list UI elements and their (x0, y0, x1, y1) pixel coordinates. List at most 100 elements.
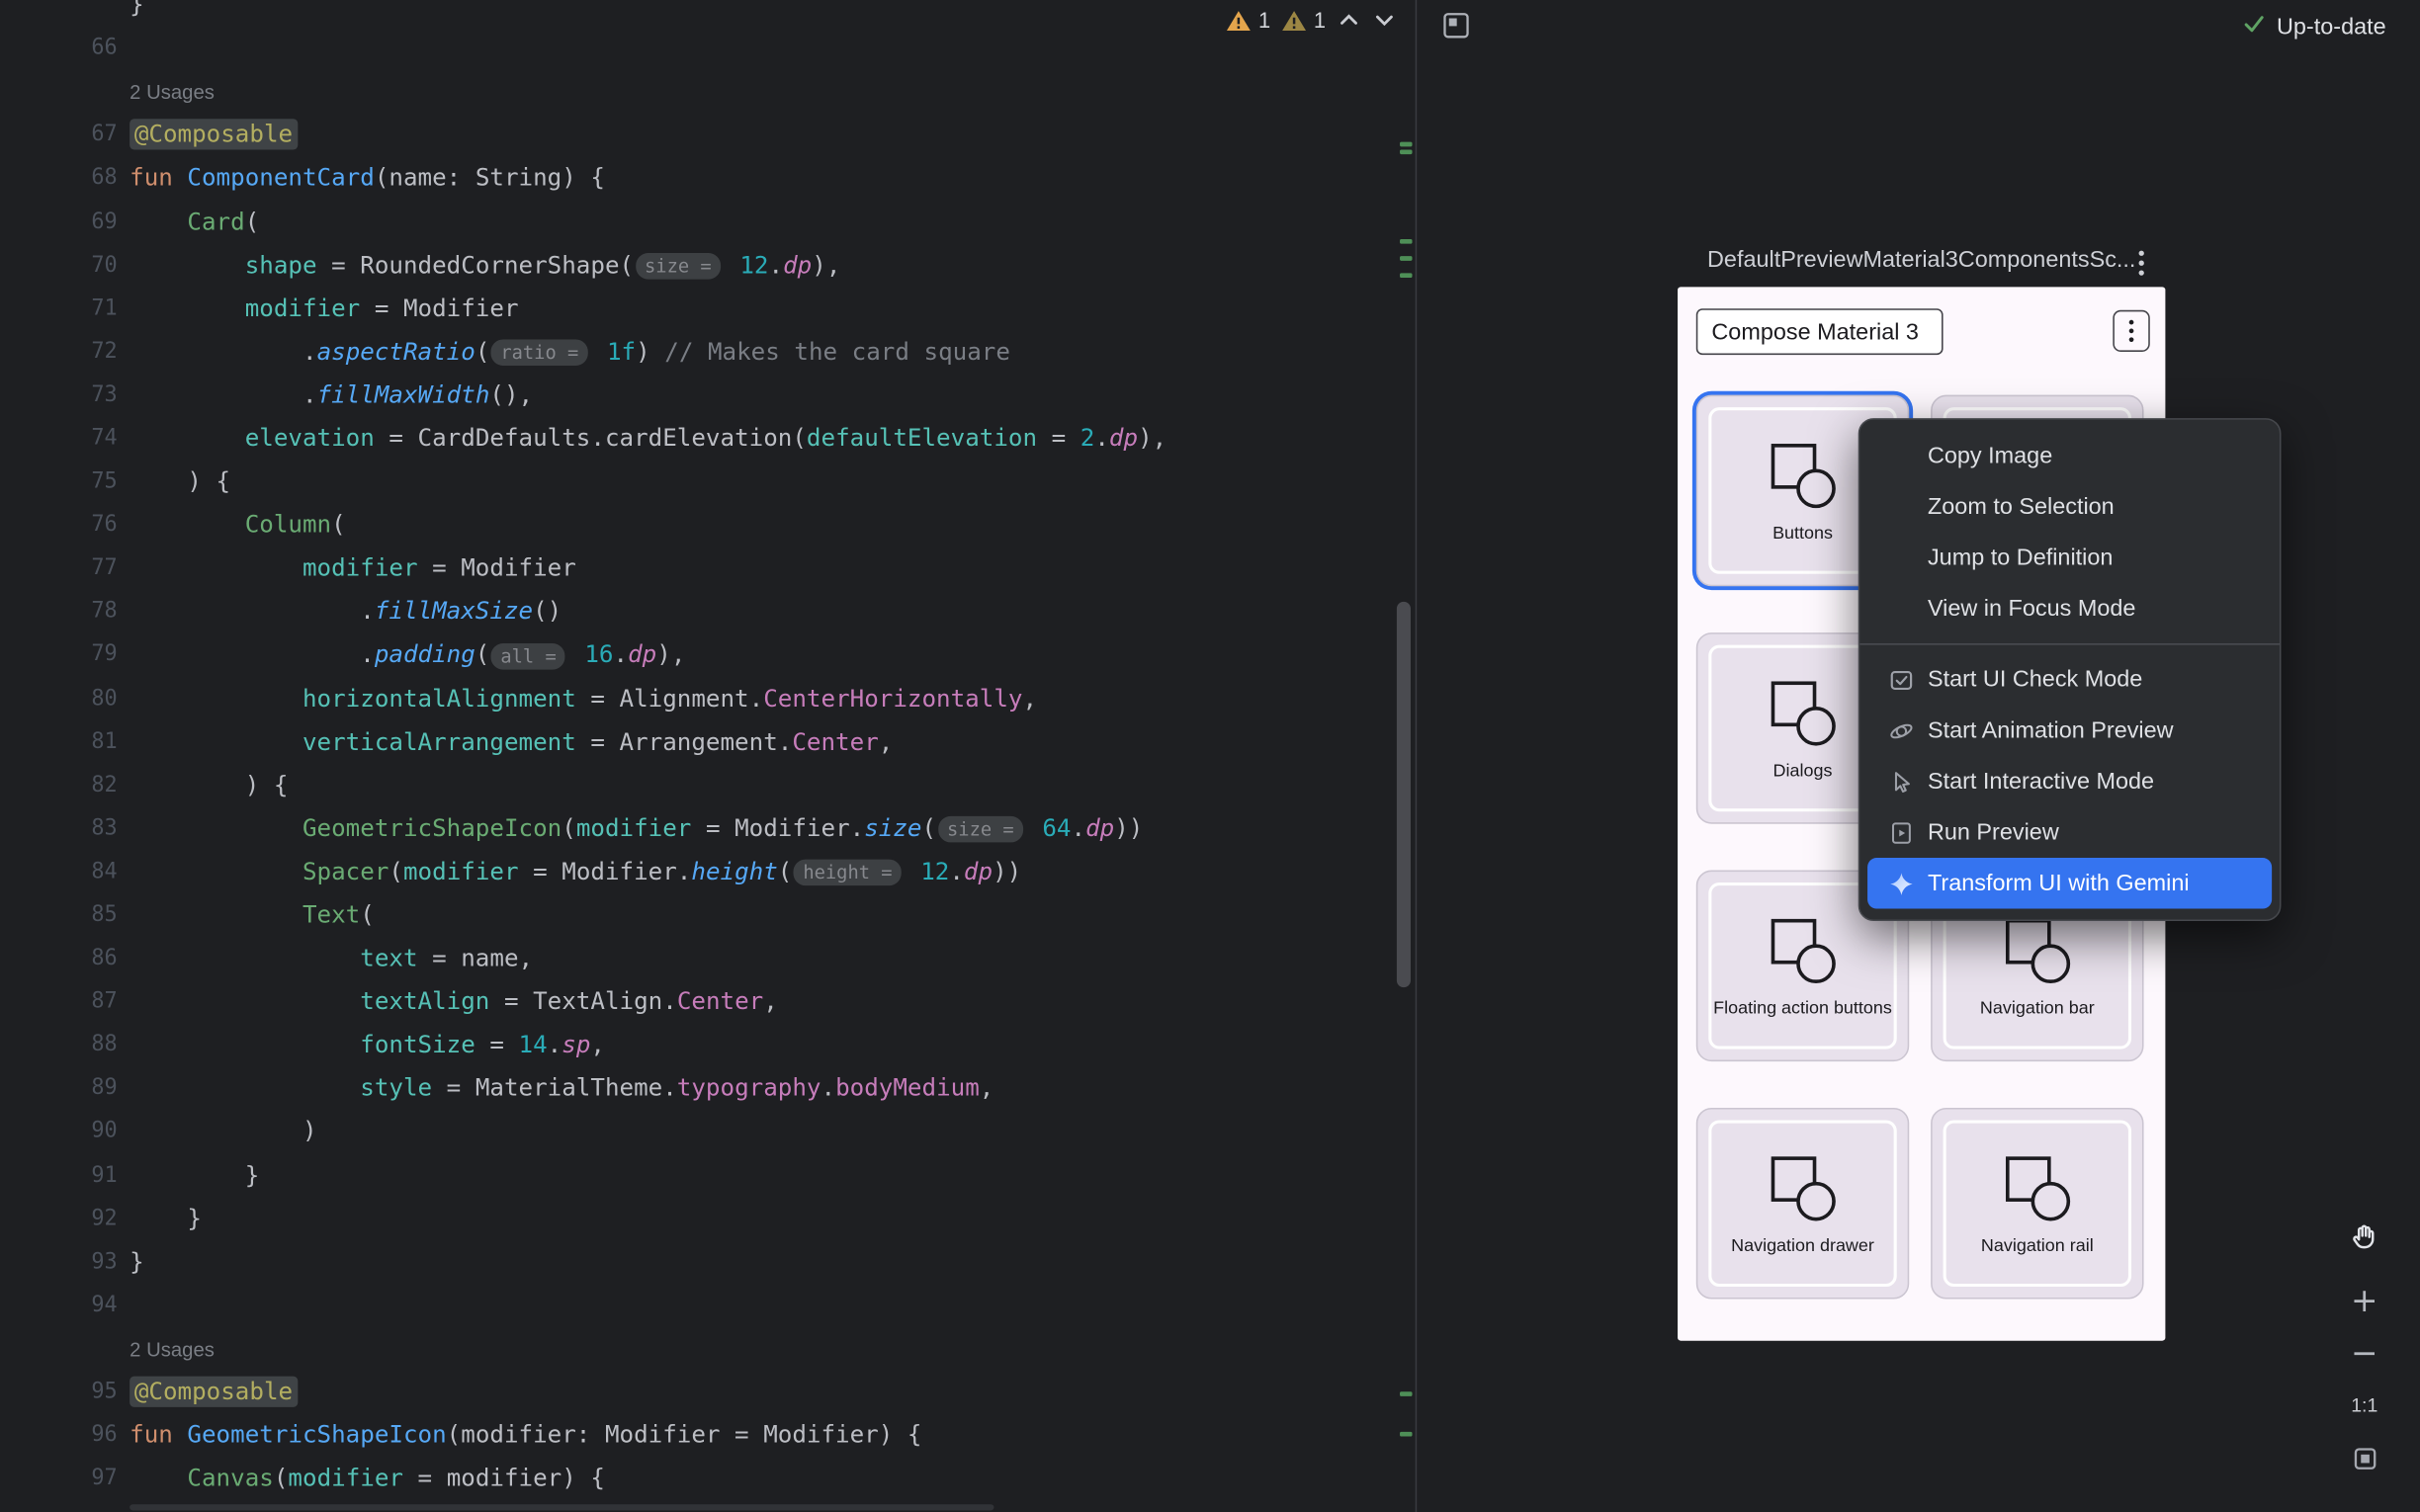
inspections-widget[interactable]: 1 1 (1226, 8, 1397, 33)
line-number[interactable]: 94 (0, 1293, 118, 1317)
code-line[interactable]: 69 Card( (0, 200, 1416, 243)
code-line[interactable]: 81 verticalArrangement = Arrangement.Cen… (0, 719, 1416, 763)
preview-options-kebab-icon[interactable] (2123, 245, 2157, 279)
editor-horizontal-scrollbar[interactable] (130, 1504, 994, 1510)
code-line[interactable]: 67@Composable (0, 113, 1416, 156)
preview-layout-icon[interactable] (1441, 11, 1471, 41)
code-token: GeometricShapeIcon (187, 1421, 446, 1449)
line-number[interactable]: 97 (0, 1467, 118, 1491)
editor-scrollbar[interactable] (1397, 602, 1411, 987)
menu-item-label: Zoom to Selection (1928, 494, 2115, 521)
code-line[interactable]: 79 .padding(all = 16.dp), (0, 633, 1416, 677)
menu-item[interactable]: Start Interactive Mode (1859, 756, 2280, 807)
code-line[interactable]: 90 ) (0, 1110, 1416, 1153)
code-line[interactable]: 95@Composable (0, 1370, 1416, 1413)
line-number[interactable]: 79 (0, 642, 118, 667)
code-line[interactable]: 70 shape = RoundedCornerShape(size = 12.… (0, 243, 1416, 287)
menu-item[interactable]: Jump to Definition (1859, 533, 2280, 584)
code-line[interactable]: 94 (0, 1284, 1416, 1327)
code-line[interactable]: 66 (0, 27, 1416, 70)
previous-problem-button[interactable] (1337, 8, 1361, 33)
line-number[interactable]: 83 (0, 816, 118, 841)
line-number[interactable]: 74 (0, 426, 118, 451)
line-number[interactable]: 92 (0, 1206, 118, 1230)
canvas-menu-button[interactable] (2113, 310, 2149, 352)
next-problem-button[interactable] (1372, 8, 1397, 33)
line-number[interactable]: 82 (0, 773, 118, 798)
line-number[interactable]: 81 (0, 729, 118, 754)
code-line[interactable]: 77 modifier = Modifier (0, 546, 1416, 590)
line-number[interactable]: 66 (0, 36, 118, 60)
line-number[interactable]: 96 (0, 1423, 118, 1448)
menu-item[interactable]: Run Preview (1859, 807, 2280, 859)
code-line[interactable]: 80 horizontalAlignment = Alignment.Cente… (0, 677, 1416, 720)
line-number[interactable]: 86 (0, 946, 118, 970)
line-number[interactable]: 75 (0, 469, 118, 494)
code-line[interactable]: 78 .fillMaxSize() (0, 590, 1416, 633)
line-number[interactable]: 93 (0, 1249, 118, 1274)
code-line[interactable]: 89 style = MaterialTheme.typography.body… (0, 1066, 1416, 1110)
code-line[interactable]: 91 } (0, 1153, 1416, 1197)
line-number[interactable]: 95 (0, 1380, 118, 1404)
code-line[interactable]: 74 elevation = CardDefaults.cardElevatio… (0, 416, 1416, 460)
code-token (130, 945, 360, 972)
line-number[interactable]: 72 (0, 339, 118, 364)
code-line[interactable]: 83 GeometricShapeIcon(modifier = Modifie… (0, 806, 1416, 850)
line-number[interactable]: 84 (0, 859, 118, 883)
code-line[interactable]: 71 modifier = Modifier (0, 287, 1416, 330)
usages-inlay-hint[interactable]: 2 Usages (130, 81, 215, 104)
line-number[interactable]: 78 (0, 599, 118, 624)
code-line[interactable]: 92 } (0, 1197, 1416, 1240)
code-line[interactable]: 84 Spacer(modifier = Modifier.height(hei… (0, 850, 1416, 893)
line-number[interactable]: 73 (0, 382, 118, 407)
pan-hand-icon[interactable] (2344, 1216, 2384, 1256)
code-line[interactable]: 87 textAlign = TextAlign.Center, (0, 980, 1416, 1024)
code-line[interactable]: } (0, 0, 1416, 27)
menu-item[interactable]: Zoom to Selection (1859, 481, 2280, 533)
zoom-out-button[interactable]: − (2344, 1333, 2384, 1374)
menu-item[interactable]: View in Focus Mode (1859, 583, 2280, 634)
zoom-in-button[interactable]: + (2344, 1281, 2384, 1321)
component-card[interactable]: Navigation rail (1931, 1108, 2143, 1300)
code-line[interactable]: 2 Usages (0, 1327, 1416, 1371)
line-number[interactable]: 87 (0, 989, 118, 1014)
line-number[interactable]: 69 (0, 210, 118, 234)
code-line[interactable]: 82 ) { (0, 763, 1416, 806)
menu-item[interactable]: Transform UI with Gemini (1867, 858, 2272, 909)
code-line[interactable]: 96fun GeometricShapeIcon(modifier: Modif… (0, 1413, 1416, 1457)
line-number[interactable]: 91 (0, 1163, 118, 1188)
line-number[interactable]: 80 (0, 686, 118, 711)
line-number[interactable]: 88 (0, 1033, 118, 1057)
menu-item[interactable]: Copy Image (1859, 431, 2280, 482)
menu-item[interactable]: Start UI Check Mode (1859, 654, 2280, 706)
code-line[interactable]: 76 Column( (0, 503, 1416, 546)
line-number[interactable]: 70 (0, 252, 118, 277)
line-number[interactable]: 90 (0, 1120, 118, 1144)
theme-name-field[interactable]: Compose Material 3 (1696, 308, 1944, 355)
code-editor[interactable]: } 66 2 Usages 67@Composable68fun ComponentC… (0, 0, 1416, 1512)
code-token: ) { (130, 771, 288, 798)
line-number[interactable]: 76 (0, 513, 118, 538)
code-line[interactable]: 72 .aspectRatio(ratio = 1f) // Makes the… (0, 330, 1416, 374)
code-line[interactable]: 75 ) { (0, 460, 1416, 503)
zoom-actual-size-button[interactable]: 1:1 (2344, 1386, 2384, 1426)
line-number[interactable]: 71 (0, 295, 118, 320)
code-area[interactable]: } 66 2 Usages 67@Composable68fun ComponentC… (0, 0, 1416, 1500)
menu-item[interactable]: Start Animation Preview (1859, 705, 2280, 756)
usages-inlay-hint[interactable]: 2 Usages (130, 1338, 215, 1361)
line-number[interactable]: 89 (0, 1076, 118, 1101)
component-card[interactable]: Navigation drawer (1696, 1108, 1909, 1300)
code-line[interactable]: 86 text = name, (0, 937, 1416, 980)
code-line[interactable]: 88 fontSize = 14.sp, (0, 1023, 1416, 1066)
line-number[interactable]: 77 (0, 555, 118, 580)
line-number[interactable]: 67 (0, 123, 118, 147)
code-line[interactable]: 97 Canvas(modifier = modifier) { (0, 1457, 1416, 1500)
code-line[interactable]: 2 Usages (0, 70, 1416, 114)
code-line[interactable]: 93} (0, 1240, 1416, 1284)
code-line[interactable]: 73 .fillMaxWidth(), (0, 374, 1416, 417)
code-line[interactable]: 85 Text( (0, 893, 1416, 937)
zoom-to-fit-icon[interactable] (2344, 1438, 2384, 1478)
line-number[interactable]: 85 (0, 902, 118, 927)
code-line[interactable]: 68fun ComponentCard(name: String) { (0, 156, 1416, 200)
line-number[interactable]: 68 (0, 166, 118, 191)
